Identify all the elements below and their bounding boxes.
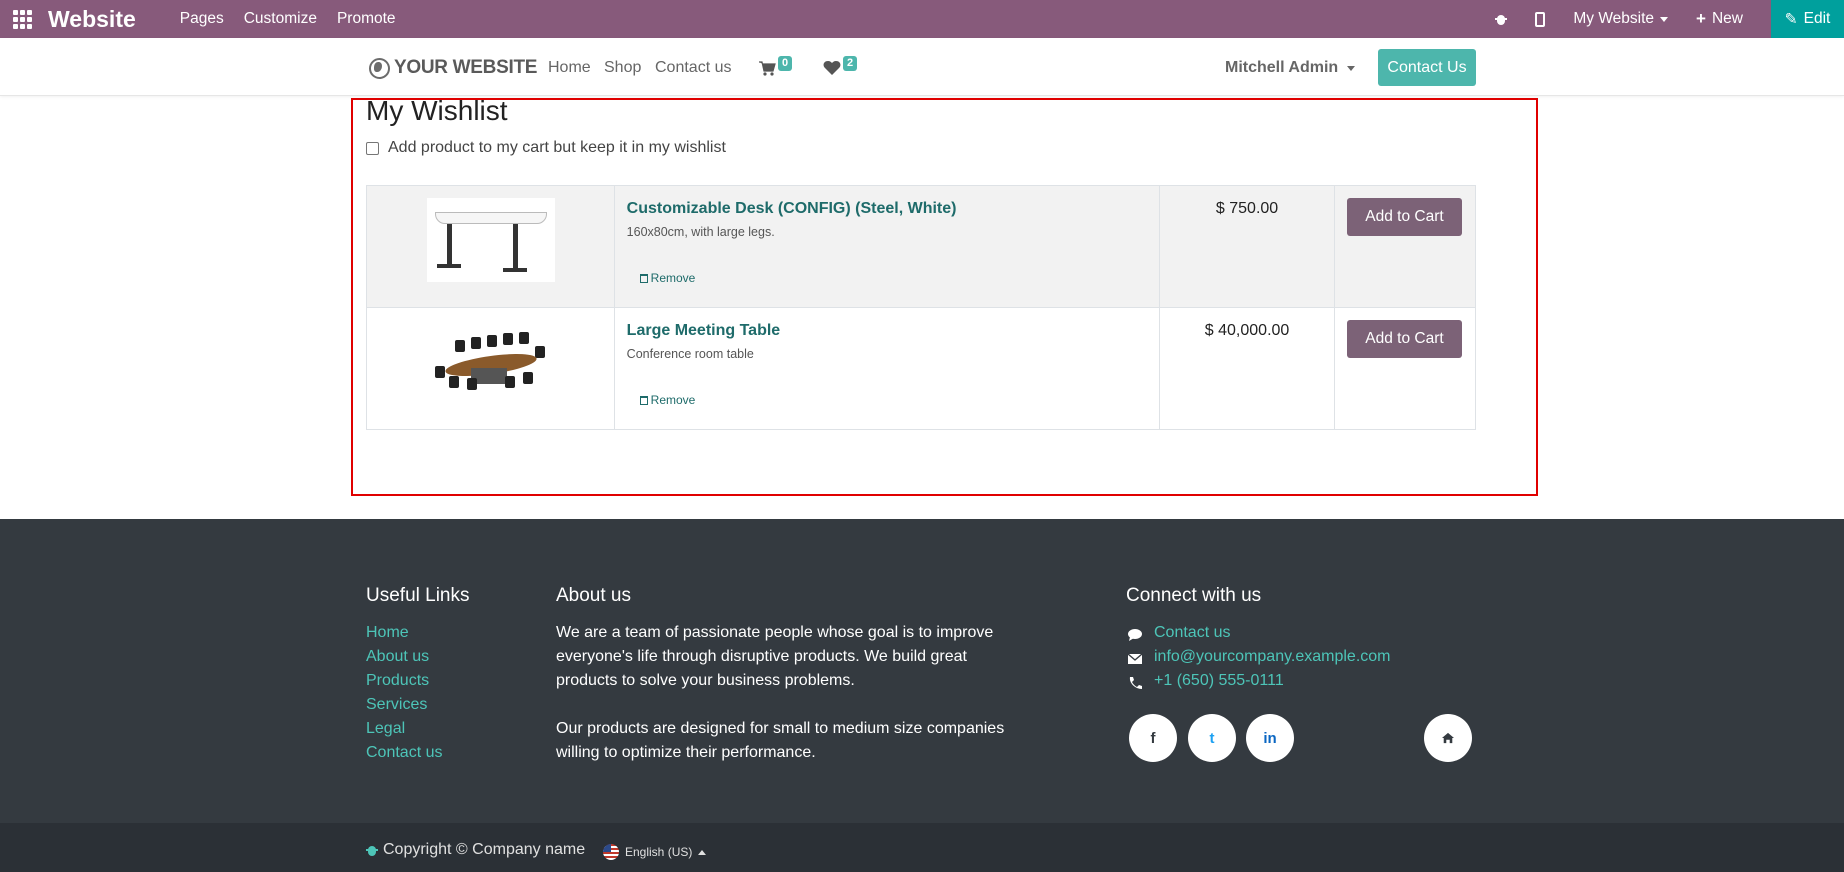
heart-icon[interactable] [823,60,841,76]
footer-link-services[interactable]: Services [366,696,427,714]
add-to-cart-cell: Add to Cart [1333,307,1477,430]
website-switcher-label: My Website [1573,10,1655,27]
copyright-text: Copyright © Company name [383,841,586,858]
product-description: 160x80cm, with large legs. [626,225,775,239]
new-content-button[interactable]: + New [1696,9,1743,29]
product-image-cell [366,185,615,308]
footer: Useful Links Home About us Products Serv… [0,519,1844,823]
twitter-glyph: t [1209,729,1215,747]
user-name: Mitchell Admin [1225,59,1339,76]
wishlist-count-badge: 2 [843,56,858,71]
linkedin-icon[interactable]: in [1246,714,1294,762]
logo-text: YOUR WEBSITE [394,57,538,78]
facebook-glyph: f [1150,729,1156,747]
cart-count-badge: 0 [778,56,793,71]
menu-customize[interactable]: Customize [244,10,317,28]
keep-in-wishlist-label: Add product to my cart but keep it in my… [388,139,726,156]
comment-icon [1128,629,1142,641]
product-info-cell: Large Meeting Table Conference room tabl… [613,307,1161,430]
site-logo[interactable]: YOUR WEBSITE [369,57,537,79]
footer-email-link[interactable]: info@yourcompany.example.com [1154,648,1391,666]
globe-icon [369,57,390,79]
nav-home[interactable]: Home [548,59,591,77]
product-price: $ 40,000.00 [1159,307,1335,430]
language-selector[interactable]: English (US) [603,844,707,860]
facebook-icon[interactable]: f [1129,714,1177,762]
table-row: Customizable Desk (CONFIG) (Steel, White… [366,185,1477,308]
user-menu[interactable]: Mitchell Admin [1225,59,1356,77]
keep-in-wishlist-checkbox[interactable] [366,141,379,155]
contact-us-button[interactable]: Contact Us [1378,49,1476,86]
footer-link-contact[interactable]: Contact us [366,744,442,762]
edit-button[interactable]: ✎ Edit [1771,0,1844,38]
add-to-cart-cell: Add to Cart [1333,185,1477,308]
pencil-icon: ✎ [1784,10,1798,28]
nav-shop[interactable]: Shop [604,59,641,77]
chevron-down-icon [1347,65,1356,71]
add-to-cart-button[interactable]: Add to Cart [1346,198,1462,236]
footer-link-legal[interactable]: Legal [366,720,405,738]
about-text: We are a team of passionate people whose… [556,624,994,689]
plus-icon: + [1696,9,1706,28]
about-heading: About us [556,585,631,606]
page-title: My Wishlist [366,95,508,126]
footer-link-products[interactable]: Products [366,672,429,690]
remove-label: Remove [650,393,696,407]
product-info-cell: Customizable Desk (CONFIG) (Steel, White… [613,185,1161,308]
chevron-down-icon [1660,16,1669,22]
desk-product-image[interactable] [427,198,555,282]
product-description: Conference room table [626,347,754,361]
bug-icon [366,843,378,857]
debug-bug-icon[interactable] [1495,12,1508,26]
mobile-preview-icon[interactable] [1535,11,1546,27]
envelope-icon [1127,653,1143,664]
website-switcher[interactable]: My Website [1573,10,1669,28]
product-name-link[interactable]: Large Meeting Table [627,322,1147,340]
home-icon[interactable] [1424,714,1472,762]
menu-pages[interactable]: Pages [180,10,224,28]
footer-contact-link[interactable]: Contact us [1154,624,1230,642]
chevron-up-icon [698,849,707,855]
admin-navbar: Website Pages Customize Promote My Websi… [0,0,1844,38]
us-flag-icon [603,844,619,860]
add-to-cart-button[interactable]: Add to Cart [1346,320,1462,358]
phone-icon [1129,677,1142,689]
useful-links-heading: Useful Links [366,585,470,606]
product-image-cell [366,307,615,430]
about-text-2: Our products are designed for small to m… [556,720,1005,761]
new-label: New [1711,10,1743,27]
meeting-table-product-image[interactable] [427,326,555,396]
remove-link[interactable]: Remove [639,271,696,285]
menu-promote[interactable]: Promote [337,10,396,28]
product-price: $ 750.00 [1159,185,1335,308]
trash-icon [639,273,648,283]
footer-link-home[interactable]: Home [366,624,409,642]
edit-label: Edit [1803,10,1831,27]
footer-link-about[interactable]: About us [366,648,429,666]
connect-heading: Connect with us [1126,585,1262,606]
table-row: Large Meeting Table Conference room tabl… [366,307,1477,430]
product-name-link[interactable]: Customizable Desk (CONFIG) (Steel, White… [627,200,1147,218]
admin-brand[interactable]: Website [48,6,136,33]
copyright-bar: Copyright © Company name English (US) [0,823,1844,872]
linkedin-glyph: in [1263,729,1277,747]
trash-icon [639,395,648,405]
footer-phone-link[interactable]: +1 (650) 555-0111 [1154,672,1284,690]
nav-contact-us[interactable]: Contact us [655,59,731,77]
apps-menu-icon[interactable] [0,0,44,38]
cart-icon[interactable] [758,60,776,76]
wishlist-table: Customizable Desk (CONFIG) (Steel, White… [366,185,1477,430]
remove-label: Remove [650,271,696,285]
language-label: English (US) [625,845,693,859]
remove-link[interactable]: Remove [639,393,696,407]
twitter-icon[interactable]: t [1188,714,1236,762]
site-header: YOUR WEBSITE Home Shop Contact us 0 2 Mi… [0,38,1844,96]
copyright: Copyright © Company name [366,841,585,859]
keep-in-wishlist-option[interactable]: Add product to my cart but keep it in my… [366,139,726,157]
